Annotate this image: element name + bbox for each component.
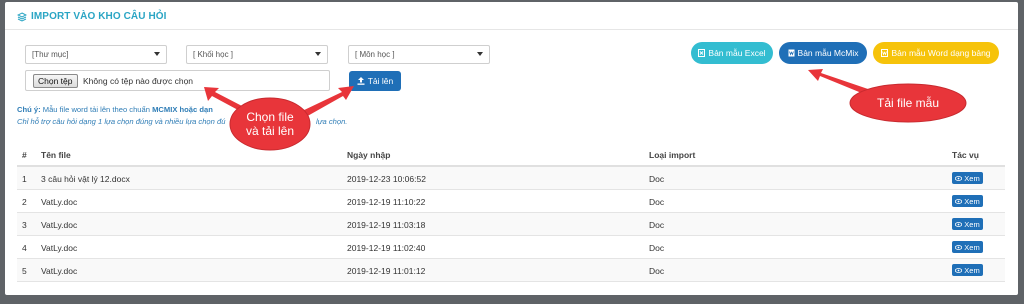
callout-download: Tải file mẫu	[852, 96, 964, 110]
callout-upload-line-2: và tải lên	[245, 124, 295, 138]
callout-arrow-upload	[300, 86, 354, 118]
callout-upload: Chọn file và tải lên	[232, 110, 308, 138]
callout-upload-line-1: Chọn file	[246, 110, 294, 124]
callout-download-text: Tải file mẫu	[876, 96, 940, 110]
callout-arrows	[204, 69, 967, 151]
callout-arrow-download	[808, 69, 868, 94]
callout-arrow-file	[204, 87, 242, 110]
